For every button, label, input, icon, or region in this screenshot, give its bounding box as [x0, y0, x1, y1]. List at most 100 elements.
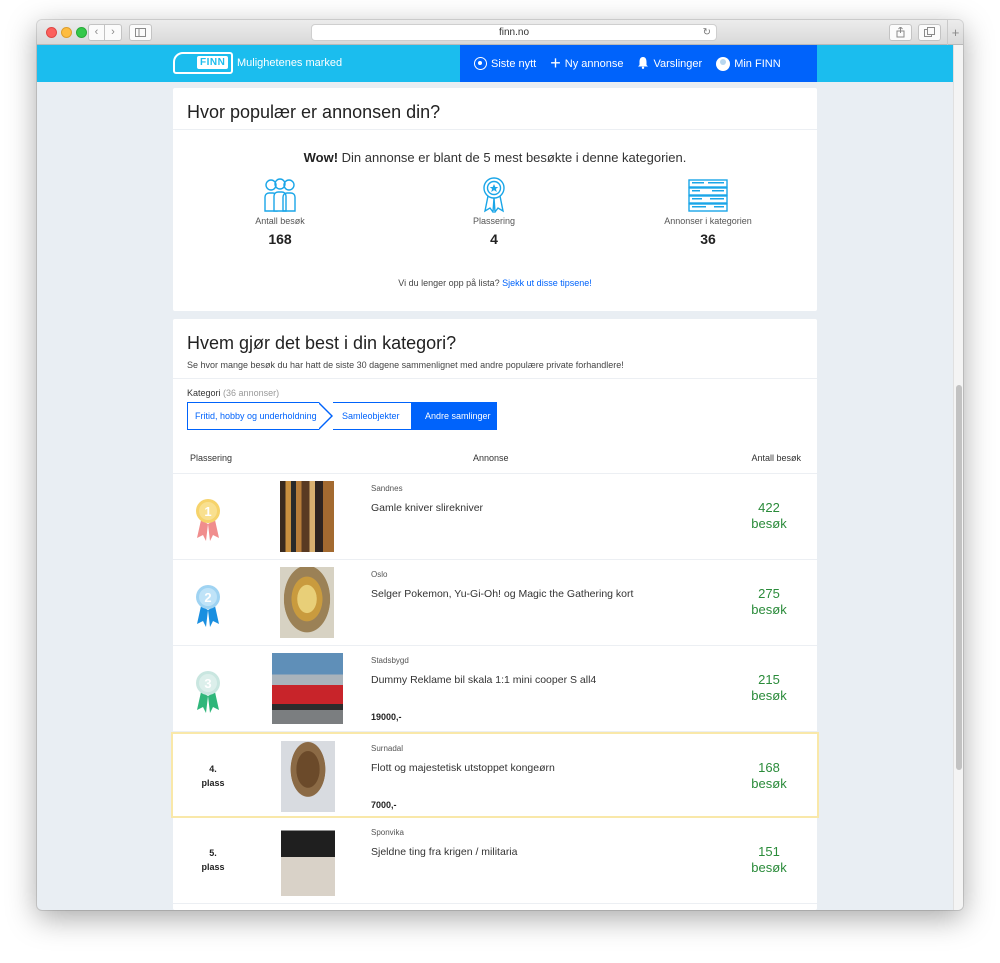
scrollbar-thumb[interactable]: [956, 385, 962, 770]
nav-siste-nytt[interactable]: Siste nytt: [474, 57, 536, 70]
ad-title[interactable]: Flott og majestetisk utstoppet kongeørn: [371, 762, 555, 774]
forward-button[interactable]: ›: [105, 24, 122, 41]
stat-label: Plassering: [472, 216, 516, 226]
ad-title[interactable]: Selger Pokemon, Yu-Gi-Oh! og Magic the G…: [371, 588, 633, 600]
circle-dot-icon: [474, 57, 487, 70]
ad-thumbnail[interactable]: [281, 825, 335, 896]
new-tab-button[interactable]: +: [947, 20, 963, 45]
table-row-own-ad[interactable]: 4. plass Surnadal Flott og majestetisk ut…: [171, 732, 819, 818]
visit-number: 275: [758, 586, 780, 601]
url-text: finn.no: [498, 27, 530, 38]
ad-location: Sandnes: [371, 484, 403, 493]
visit-unit: besøk: [751, 602, 787, 617]
table-row[interactable]: 3 Stadsbygd Dummy Reklame bil skala 1:1 …: [173, 646, 817, 732]
stat-rank: Plassering 4: [414, 175, 574, 247]
visit-count: 151 besøk: [739, 844, 799, 876]
nav-varslinger[interactable]: Varslinger: [637, 56, 702, 71]
browser-titlebar: ‹ › finn.no ↻ +: [37, 20, 963, 45]
breadcrumb-item-andre-samlinger[interactable]: Andre samlinger: [411, 402, 497, 430]
popularity-stats: Antall besøk 168 Plassering 4 Annonser i…: [173, 175, 817, 265]
stat-value: 4: [490, 231, 498, 247]
address-bar[interactable]: finn.no ↻: [311, 24, 717, 41]
zoom-window-button[interactable]: [76, 27, 87, 38]
ad-thumbnail[interactable]: [280, 567, 334, 638]
visit-count: 275 besøk: [739, 586, 799, 618]
visit-number: 422: [758, 500, 780, 515]
show-tabs-button[interactable]: [918, 24, 941, 41]
table-row[interactable]: 2 Oslo Selger Pokemon, Yu-Gi-Oh! og Magi…: [173, 560, 817, 646]
visit-count: 168 besøk: [739, 760, 799, 792]
ad-thumbnail[interactable]: [280, 481, 334, 552]
tip-text: Vi du lenger opp på lista?: [398, 278, 503, 288]
close-window-button[interactable]: [46, 27, 57, 38]
sidebar-icon: [135, 28, 146, 37]
category-count: (36 annonser): [223, 388, 280, 398]
column-header-visits: Antall besøk: [751, 453, 801, 463]
ad-location: Sponvika: [371, 828, 404, 837]
chevron-right-icon-fill: [318, 403, 331, 429]
stat-value: 36: [700, 231, 716, 247]
nav-label: Varslinger: [653, 57, 703, 70]
wow-bold: Wow!: [303, 150, 339, 165]
breadcrumb-item-samleobjekter[interactable]: Samleobjekter: [333, 402, 425, 430]
browser-window: ‹ › finn.no ↻ + FINN Mulighetenes marked…: [37, 20, 963, 910]
plus-icon: +: [550, 53, 561, 73]
stat-label: Annonser i kategorien: [664, 216, 752, 226]
breadcrumb-item-fritid[interactable]: Fritid, hobby og underholdning: [187, 402, 333, 430]
tips-link[interactable]: Sjekk ut disse tipsene!: [502, 278, 592, 288]
visit-unit: besøk: [751, 688, 787, 703]
nav-label: Min FINN: [734, 57, 781, 70]
visit-unit: besøk: [751, 860, 787, 875]
ad-location: Surnadal: [371, 744, 404, 753]
rank-suffix: plass: [201, 778, 225, 788]
stat-category-count: Annonser i kategorien 36: [628, 175, 788, 247]
breadcrumb-label: Fritid, hobby og underholdning: [195, 411, 317, 421]
rank-label: 4. plass: [191, 762, 235, 790]
breadcrumb-label: Andre samlinger: [425, 411, 491, 421]
table-row[interactable]: 5. plass Sponvika Sjeldne ting fra krigen…: [173, 818, 817, 904]
tagline: Mulighetenes marked: [237, 57, 343, 69]
visit-unit: besøk: [751, 776, 787, 791]
main-nav: Siste nytt + Ny annonse Varslinger Min F…: [460, 45, 817, 82]
page-scrollbar[interactable]: [953, 45, 963, 910]
reload-icon[interactable]: ↻: [703, 25, 711, 40]
stat-visits: Antall besøk 168: [200, 175, 360, 247]
ribbon-icon: [414, 175, 574, 213]
ranking-card: Hvem gjør det best i din kategori? Se hv…: [171, 319, 819, 910]
nav-ny-annonse[interactable]: + Ny annonse: [550, 53, 623, 73]
stat-label: Antall besøk: [255, 216, 305, 226]
popularity-card: Hvor populær er annonsen din? Wow! Din a…: [173, 88, 817, 311]
back-button[interactable]: ‹: [88, 24, 105, 41]
ad-title[interactable]: Sjeldne ting fra krigen / militaria: [371, 846, 517, 858]
popularity-message: Wow! Din annonse er blant de 5 mest besø…: [173, 150, 817, 165]
visit-number: 215: [758, 672, 780, 687]
nav-min-finn[interactable]: Min FINN: [716, 56, 781, 71]
ad-title[interactable]: Gamle kniver slirekniver: [371, 502, 483, 514]
ranking-subtitle: Se hvor mange besøk du har hatt de siste…: [173, 354, 817, 379]
ad-thumbnail[interactable]: [272, 653, 343, 724]
visit-count: 422 besøk: [739, 500, 799, 532]
nav-label: Siste nytt: [491, 57, 537, 70]
ad-thumbnail[interactable]: [281, 741, 335, 812]
minimize-window-button[interactable]: [61, 27, 72, 38]
visit-unit: besøk: [751, 516, 787, 531]
bell-icon: [637, 56, 649, 71]
rank-suffix: plass: [201, 862, 225, 872]
breadcrumb-label: Samleobjekter: [342, 411, 400, 421]
sidebar-toggle-button[interactable]: [129, 24, 152, 41]
list-icon: [628, 175, 788, 213]
popularity-title: Hvor populær er annonsen din?: [173, 88, 817, 130]
ad-title[interactable]: Dummy Reklame bil skala 1:1 mini cooper …: [371, 674, 596, 686]
ranking-title: Hvem gjør det best i din kategori?: [187, 333, 457, 353]
rank-number: 4.: [209, 764, 217, 774]
bronze-medal-icon: 3: [193, 670, 233, 714]
medal-number: 3: [204, 676, 211, 691]
people-icon: [200, 175, 360, 213]
ad-price: 19000,-: [371, 712, 402, 722]
finn-logo[interactable]: FINN: [173, 52, 233, 74]
ranking-table-header: Plassering Annonse Antall besøk: [173, 446, 817, 474]
category-breadcrumb: Fritid, hobby og underholdning Samleobje…: [187, 402, 497, 430]
rank-label: 5. plass: [191, 846, 235, 874]
share-button[interactable]: [889, 24, 912, 41]
table-row[interactable]: 1 Sandnes Gamle kniver slirekniver 422 be…: [173, 474, 817, 560]
